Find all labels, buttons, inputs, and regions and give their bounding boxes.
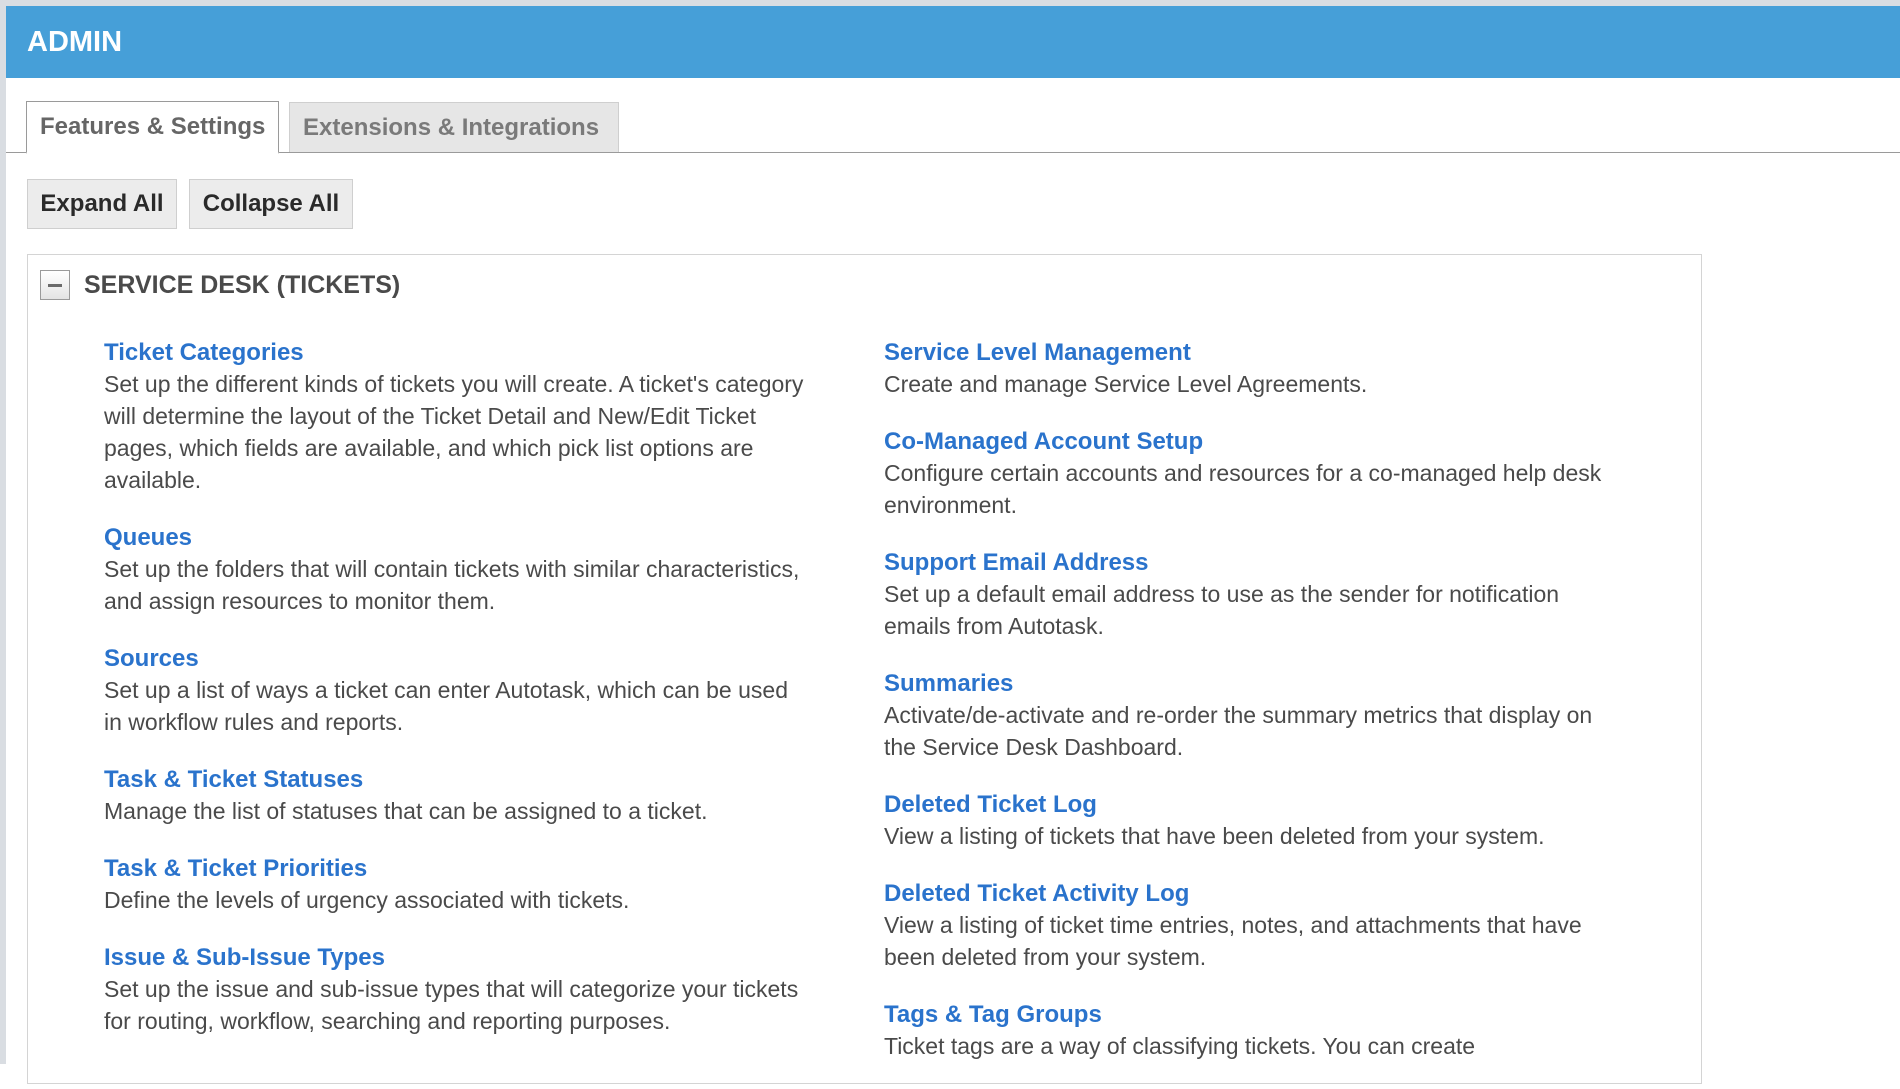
item-description: Ticket tags are a way of classifying tic… <box>884 1033 1476 1059</box>
admin-header: ADMIN <box>6 6 1900 78</box>
link-deleted-ticket-activity-log[interactable]: Deleted Ticket Activity Log <box>884 879 1604 909</box>
list-item: Deleted Ticket Activity Log View a listi… <box>884 879 1604 973</box>
list-item: Deleted Ticket Log View a listing of tic… <box>884 790 1604 852</box>
list-item: Task & Ticket Priorities Define the leve… <box>104 854 804 916</box>
item-description: Set up the issue and sub-issue types tha… <box>104 976 799 1034</box>
collapse-all-button[interactable]: Collapse All <box>189 179 353 229</box>
left-column: Ticket Categories Set up the different k… <box>104 338 804 1064</box>
item-description: Activate/de-activate and re-order the su… <box>884 702 1593 760</box>
page-title: ADMIN <box>27 26 123 58</box>
link-summaries[interactable]: Summaries <box>884 669 1604 699</box>
tab-bar: Features & Settings Extensions & Integra… <box>6 101 1900 154</box>
list-item: Sources Set up a list of ways a ticket c… <box>104 644 804 738</box>
minus-icon <box>48 284 62 287</box>
item-description: View a listing of tickets that have been… <box>884 823 1545 849</box>
link-queues[interactable]: Queues <box>104 523 804 553</box>
collapse-section-toggle[interactable] <box>40 270 70 300</box>
list-item: Summaries Activate/de-activate and re-or… <box>884 669 1604 763</box>
list-item: Service Level Management Create and mana… <box>884 338 1604 400</box>
item-description: Set up a list of ways a ticket can enter… <box>104 677 788 735</box>
item-description: Define the levels of urgency associated … <box>104 887 630 913</box>
list-item: Co-Managed Account Setup Configure certa… <box>884 427 1604 521</box>
list-item: Support Email Address Set up a default e… <box>884 548 1604 642</box>
item-description: View a listing of ticket time entries, n… <box>884 912 1582 970</box>
window-left-border <box>0 0 6 1064</box>
item-description: Create and manage Service Level Agreemen… <box>884 371 1368 397</box>
tab-extensions-integrations[interactable]: Extensions & Integrations <box>289 102 619 152</box>
link-ticket-categories[interactable]: Ticket Categories <box>104 338 804 368</box>
link-tags-tag-groups[interactable]: Tags & Tag Groups <box>884 1000 1604 1030</box>
item-description: Configure certain accounts and resources… <box>884 460 1602 518</box>
link-task-ticket-statuses[interactable]: Task & Ticket Statuses <box>104 765 804 795</box>
link-issue-sub-issue-types[interactable]: Issue & Sub-Issue Types <box>104 943 804 973</box>
link-co-managed-account-setup[interactable]: Co-Managed Account Setup <box>884 427 1604 457</box>
item-description: Set up the folders that will contain tic… <box>104 556 800 614</box>
link-sources[interactable]: Sources <box>104 644 804 674</box>
item-description: Set up a default email address to use as… <box>884 581 1560 639</box>
service-desk-section: SERVICE DESK (TICKETS) Ticket Categories… <box>27 254 1702 1084</box>
link-support-email-address[interactable]: Support Email Address <box>884 548 1604 578</box>
tab-features-settings[interactable]: Features & Settings <box>26 101 279 154</box>
list-item: Ticket Categories Set up the different k… <box>104 338 804 496</box>
link-service-level-management[interactable]: Service Level Management <box>884 338 1604 368</box>
item-description: Set up the different kinds of tickets yo… <box>104 371 804 493</box>
list-item: Issue & Sub-Issue Types Set up the issue… <box>104 943 804 1037</box>
list-item: Tags & Tag Groups Ticket tags are a way … <box>884 1000 1604 1062</box>
right-column: Service Level Management Create and mana… <box>884 338 1604 1089</box>
link-deleted-ticket-log[interactable]: Deleted Ticket Log <box>884 790 1604 820</box>
link-task-ticket-priorities[interactable]: Task & Ticket Priorities <box>104 854 804 884</box>
list-item: Task & Ticket Statuses Manage the list o… <box>104 765 804 827</box>
section-title: SERVICE DESK (TICKETS) <box>84 271 401 299</box>
expand-all-button[interactable]: Expand All <box>27 179 177 229</box>
list-item: Queues Set up the folders that will cont… <box>104 523 804 617</box>
item-description: Manage the list of statuses that can be … <box>104 798 708 824</box>
